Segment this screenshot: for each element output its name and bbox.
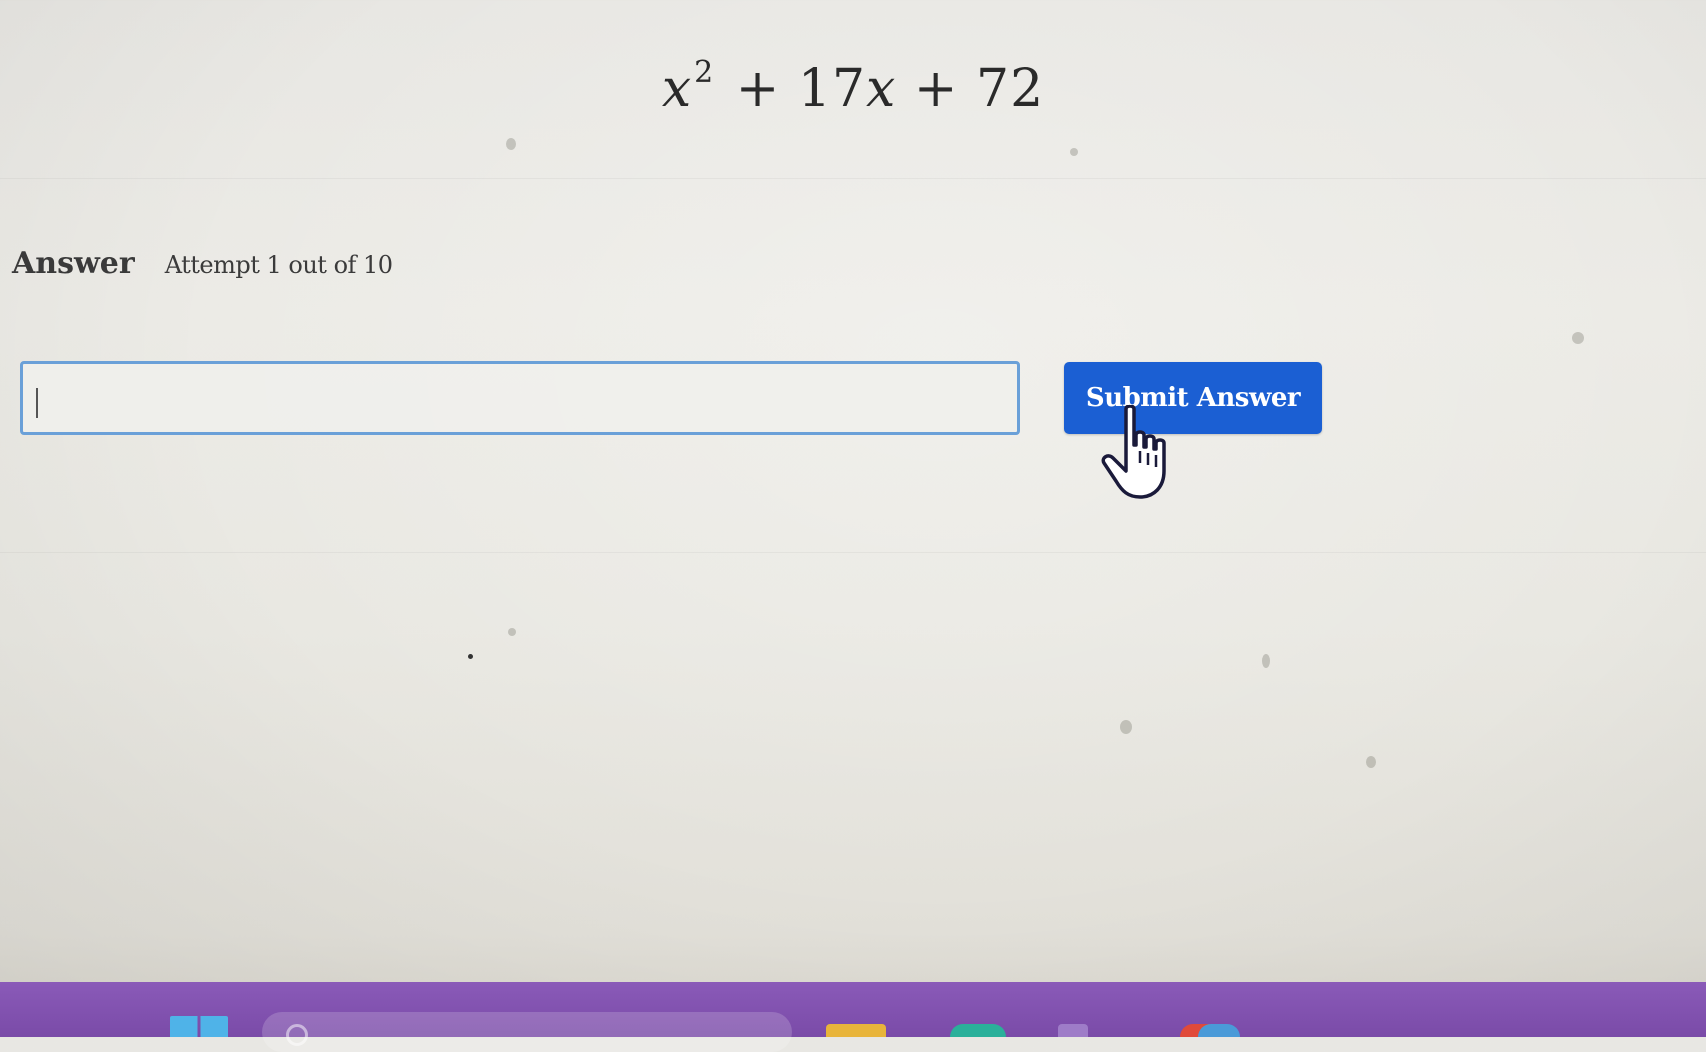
answer-input[interactable] xyxy=(20,361,1020,435)
file-explorer-icon[interactable] xyxy=(826,1024,886,1037)
hand-pointer-icon xyxy=(1101,405,1166,499)
store-icon[interactable] xyxy=(1058,1024,1088,1037)
expression-exponent: 2 xyxy=(694,55,715,90)
math-expression: x2 + 17x + 72 xyxy=(0,38,1706,124)
screen-dust xyxy=(1366,756,1376,768)
expression-variable: x xyxy=(661,59,693,119)
screen-dust xyxy=(1262,654,1270,668)
expression-constant: + 72 xyxy=(913,59,1045,119)
screen-dust xyxy=(1070,148,1078,156)
answer-header: Answer Attempt 1 out of 10 xyxy=(12,246,393,281)
screen-dust xyxy=(508,628,516,636)
screen-dust xyxy=(1120,720,1132,734)
screen-dust xyxy=(1572,332,1584,344)
taskbar-search[interactable] xyxy=(262,1012,792,1052)
screen-dust xyxy=(468,654,473,659)
windows-start-icon[interactable] xyxy=(170,1016,228,1037)
search-icon xyxy=(286,1024,308,1046)
attempt-counter: Attempt 1 out of 10 xyxy=(164,251,393,279)
answer-label: Answer xyxy=(12,246,135,281)
section-divider xyxy=(0,178,1706,179)
section-divider xyxy=(0,552,1706,553)
expression-variable-2: x xyxy=(866,59,897,119)
text-caret xyxy=(36,388,38,418)
edge-browser-icon[interactable] xyxy=(950,1024,1006,1037)
teams-icon[interactable] xyxy=(1198,1024,1240,1037)
screen-glare xyxy=(0,0,1706,1037)
screen-dust xyxy=(506,138,516,150)
expression-linear-coefficient: + 17 xyxy=(735,59,867,119)
